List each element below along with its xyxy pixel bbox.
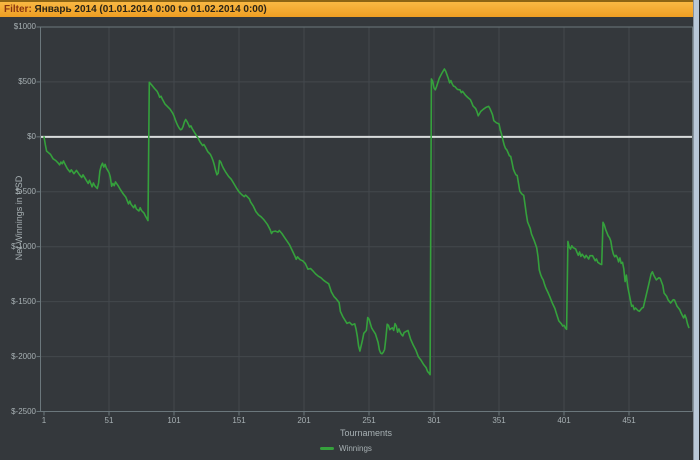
x-tick-label: 1: [41, 415, 47, 425]
x-tick-label: 51: [104, 415, 114, 425]
x-tick-label: 251: [362, 415, 376, 425]
winnings-line: [43, 68, 690, 376]
axis-tick-marks: [36, 26, 630, 416]
y-tick-label: $0: [27, 131, 36, 141]
winnings-series-line: [43, 68, 690, 376]
x-tick-label: 201: [297, 415, 311, 425]
winnings-chart-plot[interactable]: [0, 0, 700, 460]
x-tick-label: 101: [167, 415, 181, 425]
x-tick-label: 401: [557, 415, 571, 425]
y-axis-title: Net Winnings in USD: [14, 175, 24, 261]
gridlines: [40, 26, 693, 412]
x-tick-label: 301: [427, 415, 441, 425]
legend-winnings-swatch: [320, 447, 334, 450]
plot-border: [40, 26, 693, 412]
y-tick-label: $-2000: [11, 351, 36, 361]
plot-frame: [40, 26, 693, 412]
y-tick-label: $-1500: [11, 296, 36, 306]
legend-winnings-label: Winnings: [339, 444, 372, 453]
x-tick-label: 451: [622, 415, 636, 425]
x-axis-title: Tournaments: [339, 428, 393, 438]
x-tick-label: 351: [492, 415, 506, 425]
legend: Winnings: [320, 444, 372, 453]
y-tick-label: $500: [18, 76, 36, 86]
x-tick-label: 151: [232, 415, 246, 425]
y-tick-label: $1000: [13, 22, 36, 31]
